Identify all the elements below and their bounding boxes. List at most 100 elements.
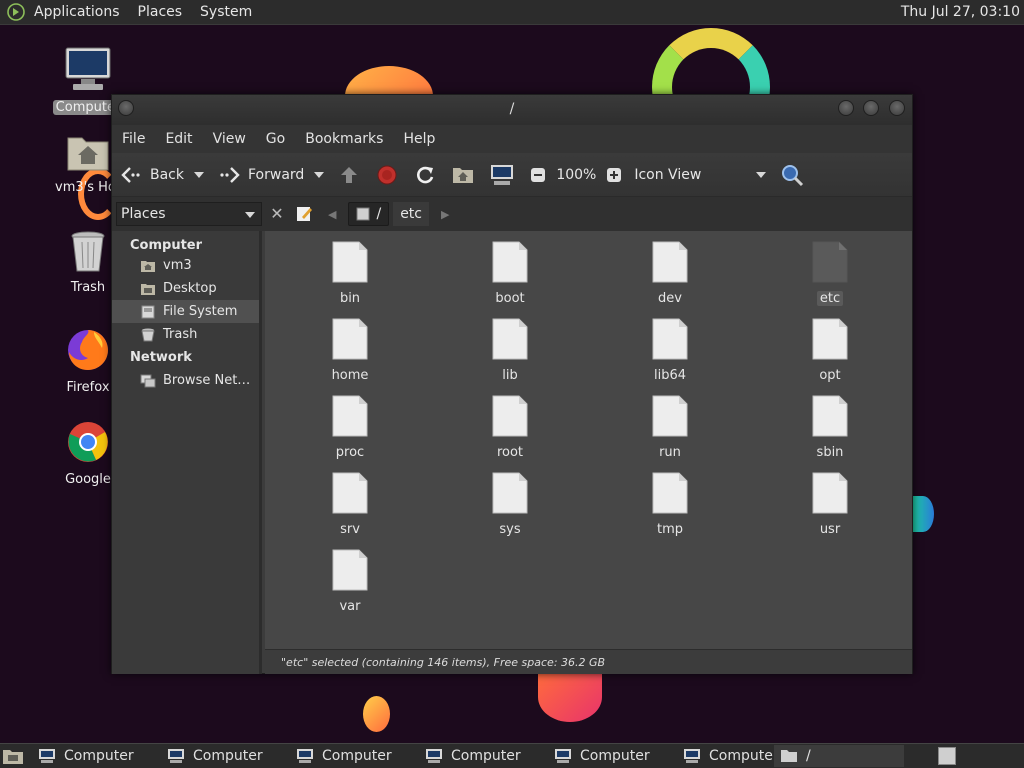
file-item[interactable]: lib64 [625, 318, 715, 383]
places-menu[interactable]: Places [129, 4, 192, 20]
stop-button[interactable] [376, 164, 404, 186]
file-item[interactable]: opt [785, 318, 875, 383]
file-item[interactable]: etc [785, 241, 875, 306]
view-mode-select[interactable]: Icon View [634, 167, 746, 183]
file-name: etc [816, 291, 844, 306]
folder-icon [812, 395, 848, 437]
window-title: / [509, 101, 515, 117]
folder-icon [812, 318, 848, 360]
back-button[interactable]: Back [120, 165, 184, 185]
file-name: lib64 [653, 368, 687, 383]
folder-icon [332, 549, 368, 591]
sidebar-item-vm3[interactable]: vm3 [112, 254, 259, 277]
file-item[interactable]: sbin [785, 395, 875, 460]
file-item[interactable]: home [305, 318, 395, 383]
file-item[interactable]: bin [305, 241, 395, 306]
folder-icon [812, 472, 848, 514]
folder-icon [492, 395, 528, 437]
menu-edit[interactable]: Edit [155, 131, 202, 147]
edit-location-icon[interactable] [296, 205, 314, 223]
file-item[interactable]: sys [465, 472, 555, 537]
sidebar-item-browse-network[interactable]: Browse Net… [112, 369, 259, 392]
menu-bookmarks[interactable]: Bookmarks [295, 131, 393, 147]
file-name: sys [499, 522, 521, 537]
sidebar-item-file-system[interactable]: File System [112, 300, 259, 323]
file-name: var [339, 599, 361, 614]
drive-icon [356, 207, 370, 221]
distro-logo-icon[interactable] [7, 3, 25, 21]
file-item[interactable]: proc [305, 395, 395, 460]
menu-go[interactable]: Go [256, 131, 295, 147]
file-manager-window: / File Edit View Go Bookmarks Help Back … [111, 94, 913, 674]
applications-menu[interactable]: Applications [25, 4, 129, 20]
zoom-in-button[interactable] [606, 167, 628, 183]
sidebar-item-desktop[interactable]: Desktop [112, 277, 259, 300]
home-button[interactable] [452, 165, 480, 185]
forward-button[interactable]: Forward [218, 165, 304, 185]
home-folder-icon [453, 167, 474, 183]
folder-icon [492, 241, 528, 283]
back-arrow-icon [121, 166, 140, 183]
view-mode-dropdown[interactable] [756, 171, 767, 178]
sidebar-item-label: Trash [163, 327, 198, 342]
file-name: bin [339, 291, 361, 306]
zoom-level[interactable]: 100% [556, 167, 596, 183]
taskbar-task-label: Computer [580, 748, 650, 764]
search-icon [782, 164, 804, 186]
file-item[interactable]: usr [785, 472, 875, 537]
folder-icon [652, 395, 688, 437]
breadcrumb-root[interactable]: / [348, 202, 390, 226]
window-titlebar[interactable]: / [112, 95, 912, 125]
breadcrumb-left-arrow[interactable]: ◀ [328, 208, 336, 221]
up-button[interactable] [338, 164, 366, 186]
sidebar-item-trash[interactable]: Trash [112, 323, 259, 346]
taskbar-task[interactable]: Computer [258, 745, 392, 767]
forward-history-dropdown[interactable] [314, 171, 325, 178]
file-item[interactable]: run [625, 395, 715, 460]
file-name: sbin [816, 445, 844, 460]
file-name: home [331, 368, 369, 383]
trash-icon [141, 328, 155, 341]
menu-help[interactable]: Help [393, 131, 445, 147]
close-button[interactable] [889, 100, 905, 116]
file-name: lib [502, 368, 518, 383]
taskbar-task[interactable]: / [774, 745, 904, 767]
computer-icon [426, 749, 442, 763]
breadcrumb: ◀ / etc ▶ [328, 202, 449, 226]
taskbar-task[interactable]: Computer [645, 745, 779, 767]
clock[interactable]: Thu Jul 27, 03:10 [901, 4, 1020, 20]
taskbar-task[interactable]: Computer [516, 745, 650, 767]
reload-button[interactable] [414, 164, 442, 186]
file-item[interactable]: srv [305, 472, 395, 537]
taskbar-task[interactable]: Computer [129, 745, 263, 767]
file-item[interactable]: var [305, 549, 395, 614]
side-pane-select[interactable]: Places [116, 202, 262, 226]
file-name: boot [495, 291, 525, 306]
file-item[interactable]: dev [625, 241, 715, 306]
workspace-switcher[interactable] [938, 747, 956, 765]
folder-icon [781, 750, 797, 762]
menu-view[interactable]: View [203, 131, 256, 147]
computer-button[interactable] [490, 164, 520, 186]
system-menu[interactable]: System [191, 4, 261, 20]
file-item[interactable]: tmp [625, 472, 715, 537]
file-item[interactable]: lib [465, 318, 555, 383]
side-pane-value: Places [121, 206, 166, 222]
stop-icon [377, 165, 397, 184]
folder-icon [332, 318, 368, 360]
breadcrumb-etc[interactable]: etc [393, 202, 429, 226]
search-button[interactable] [780, 163, 810, 187]
menu-file[interactable]: File [112, 131, 155, 147]
home-icon [141, 260, 155, 272]
breadcrumb-right-arrow[interactable]: ▶ [441, 208, 449, 221]
file-item[interactable]: boot [465, 241, 555, 306]
file-item[interactable]: root [465, 395, 555, 460]
taskbar-task[interactable]: Computer [0, 745, 134, 767]
back-history-dropdown[interactable] [194, 171, 204, 178]
minimize-button[interactable] [838, 100, 854, 116]
zoom-out-button[interactable] [530, 167, 552, 183]
taskbar-task[interactable]: Computer [387, 745, 521, 767]
close-side-pane-button[interactable]: ✕ [266, 203, 288, 225]
folder-icon [652, 472, 688, 514]
maximize-button[interactable] [863, 100, 879, 116]
